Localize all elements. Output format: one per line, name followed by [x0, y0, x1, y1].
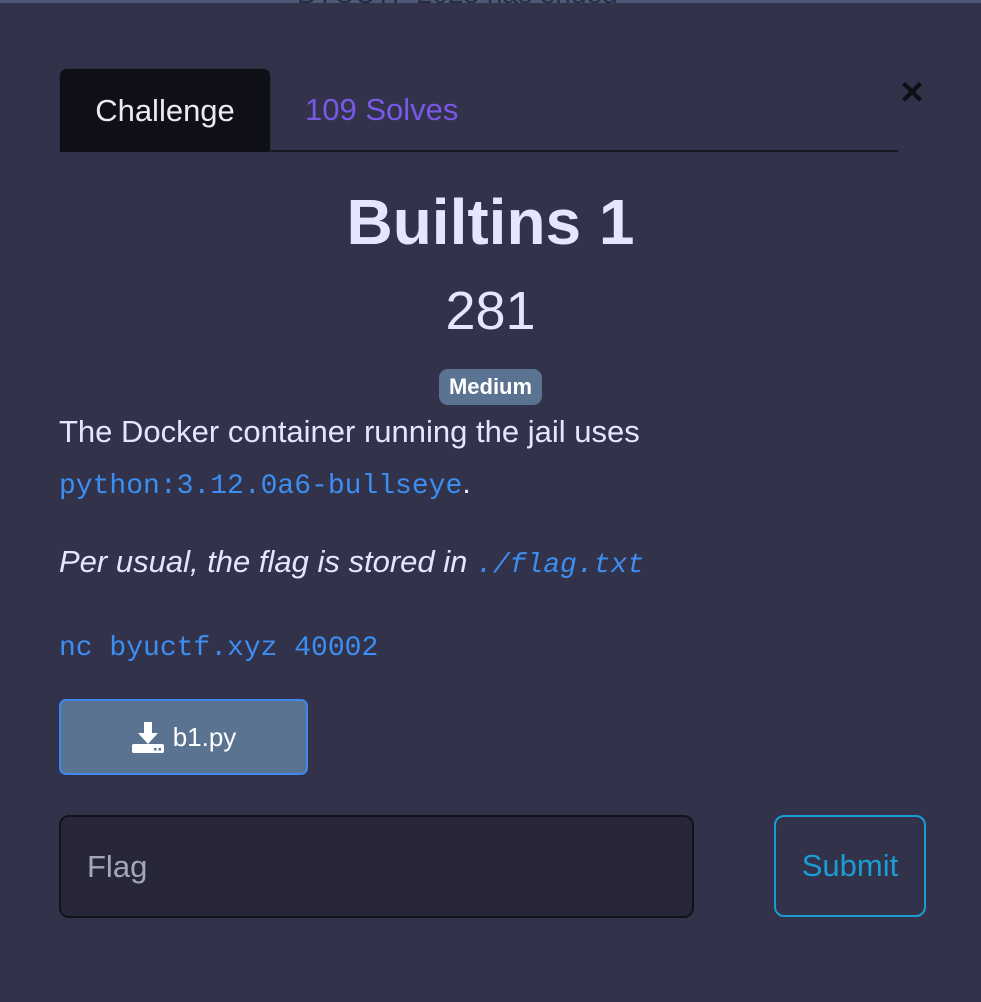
tab-challenge[interactable]: Challenge [59, 68, 271, 152]
challenge-title: Builtins 1 [346, 186, 635, 258]
description-line-3: Per usual, the flag is stored in ./flag.… [59, 542, 644, 586]
description-period: . [462, 465, 471, 500]
modal-tabs: Challenge 109 Solves [59, 68, 898, 152]
download-icon [131, 722, 164, 753]
difficulty-row: Medium [0, 369, 981, 405]
flag-path: ./flag.txt [476, 550, 645, 581]
download-file-name: b1.py [172, 721, 237, 752]
difficulty-badge: Medium [438, 369, 543, 405]
docker-image-tag: python:3.12.0a6-bullseye [59, 471, 463, 502]
challenge-points: 281 [445, 281, 536, 341]
flag-input[interactable] [59, 815, 694, 918]
download-file-button[interactable]: b1.py [59, 699, 308, 775]
description-line-2: python:3.12.0a6-bullseye. [59, 463, 471, 507]
close-button[interactable]: × [894, 72, 930, 112]
challenge-modal: Challenge 109 Solves × Builtins 1 281 Me… [0, 0, 981, 1002]
tab-solves[interactable]: 109 Solves [305, 68, 458, 152]
flag-location-text: Per usual, the flag is stored in [59, 544, 477, 579]
description-line-4: nc byuctf.xyz 40002 [59, 625, 378, 669]
close-icon: × [900, 70, 924, 114]
description-line-1: The Docker container running the jail us… [59, 414, 640, 449]
submit-button[interactable]: Submit [774, 815, 926, 917]
connect-command: nc byuctf.xyz 40002 [59, 633, 379, 664]
